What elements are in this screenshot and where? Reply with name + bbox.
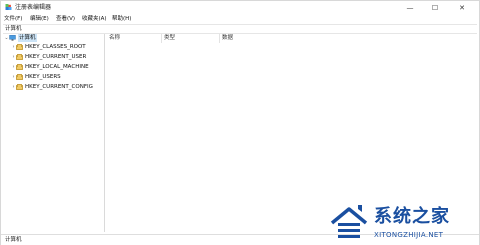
tree-item-hkey-classes-root[interactable]: › HKEY_CLASSES_ROOT bbox=[11, 43, 86, 51]
address-bar[interactable]: 计算机 bbox=[3, 24, 477, 34]
tree-item-computer[interactable]: ⌄ 计算机 bbox=[4, 34, 37, 42]
tree-item-hkey-current-user[interactable]: › HKEY_CURRENT_USER bbox=[11, 53, 86, 61]
computer-icon bbox=[9, 35, 16, 41]
minimize-button[interactable]: — bbox=[399, 1, 421, 14]
tree-item-label: HKEY_CLASSES_ROOT bbox=[25, 44, 86, 50]
title-bar[interactable]: 注册表编辑器 — ☐ ✕ bbox=[1, 1, 479, 14]
folder-icon bbox=[16, 64, 23, 70]
column-header-name[interactable]: 名称 bbox=[107, 34, 162, 43]
status-text: 计算机 bbox=[5, 237, 22, 243]
watermark-text: 系统之家 bbox=[374, 206, 450, 227]
address-path[interactable]: 计算机 bbox=[5, 26, 22, 33]
folder-icon bbox=[16, 44, 23, 50]
maximize-icon: ☐ bbox=[431, 3, 439, 12]
tree-item-label: HKEY_USERS bbox=[25, 74, 61, 80]
folder-icon bbox=[16, 54, 23, 60]
close-icon: ✕ bbox=[459, 3, 465, 12]
registry-tree-pane[interactable]: ⌄ 计算机 › HKEY_CLASSES_ROOT › HKEY_CURRENT… bbox=[3, 34, 105, 232]
tree-item-label: HKEY_CURRENT_USER bbox=[25, 54, 87, 60]
minimize-icon: — bbox=[406, 3, 414, 12]
column-header-type[interactable]: 类型 bbox=[162, 34, 220, 43]
menu-edit[interactable]: 编辑(E) bbox=[30, 15, 49, 23]
tree-item-hkey-users[interactable]: › HKEY_USERS bbox=[11, 73, 61, 81]
tree-item-label: 计算机 bbox=[18, 34, 37, 42]
folder-icon bbox=[16, 84, 23, 90]
window-title: 注册表编辑器 bbox=[15, 4, 52, 11]
folder-icon bbox=[16, 74, 23, 80]
maximize-button[interactable]: ☐ bbox=[424, 1, 446, 14]
column-header-data[interactable]: 数据 bbox=[220, 34, 340, 43]
tree-item-label: HKEY_LOCAL_MACHINE bbox=[25, 64, 89, 70]
watermark-url: XITONGZHIJIA.NET bbox=[374, 231, 444, 239]
house-logo-icon bbox=[330, 205, 368, 238]
menu-help[interactable]: 帮助(H) bbox=[112, 15, 131, 23]
site-watermark: 系统之家 XITONGZHIJIA.NET bbox=[328, 203, 476, 243]
registry-editor-icon bbox=[5, 4, 12, 10]
tree-item-hkey-current-config[interactable]: › HKEY_CURRENT_CONFIG bbox=[11, 83, 93, 91]
tree-item-label: HKEY_CURRENT_CONFIG bbox=[25, 84, 93, 90]
close-button[interactable]: ✕ bbox=[451, 1, 473, 14]
tree-item-hkey-local-machine[interactable]: › HKEY_LOCAL_MACHINE bbox=[11, 63, 89, 71]
menu-file[interactable]: 文件(F) bbox=[4, 15, 22, 23]
menu-view[interactable]: 查看(V) bbox=[56, 15, 75, 23]
menu-favorites[interactable]: 收藏夹(A) bbox=[82, 15, 107, 23]
menu-bar: 文件(F) 编辑(E) 查看(V) 收藏夹(A) 帮助(H) bbox=[1, 14, 479, 24]
